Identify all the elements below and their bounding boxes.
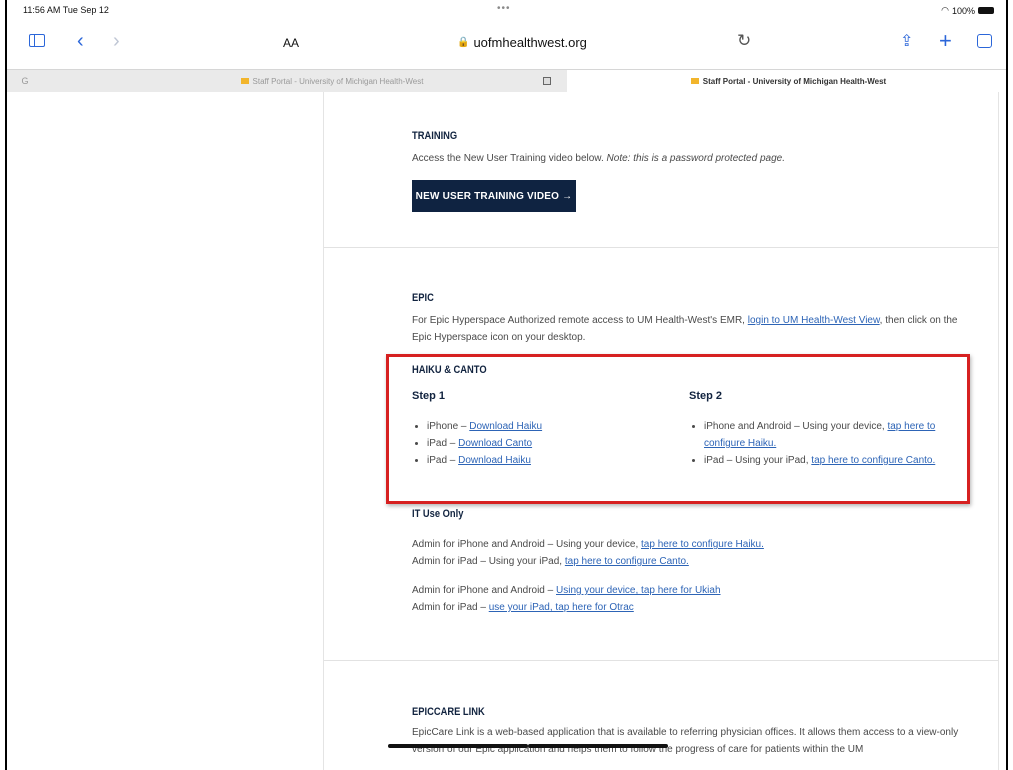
battery-icon <box>978 7 994 14</box>
epiccare-heading: EPICCARE LINK <box>412 706 485 718</box>
it-line-label: Admin for iPad – Using your iPad, <box>412 556 563 567</box>
it-line-label: Admin for iPad – <box>412 602 486 613</box>
tab-staff-portal-1[interactable]: Staff Portal - University of Michigan He… <box>167 70 497 92</box>
battery-percent: 100% <box>951 5 975 16</box>
back-icon[interactable]: ‹ <box>77 30 84 53</box>
admin-ukiah-link[interactable]: Using your device, tap here for Ukiah <box>556 585 721 596</box>
lock-icon: 🔒 <box>457 37 470 48</box>
highlight-box <box>386 354 970 504</box>
epic-text-1: For Epic Hyperspace Authorized remote ac… <box>412 315 745 326</box>
it-line-label: Admin for iPhone and Android – <box>412 585 554 596</box>
it-line: Admin for iPhone and Android – Using you… <box>412 582 972 599</box>
home-indicator-extension <box>528 744 668 748</box>
divider <box>324 247 998 248</box>
it-line-label: Admin for iPhone and Android – Using you… <box>412 539 639 550</box>
address-bar[interactable]: 🔒 uofmhealthwest.org <box>457 35 587 50</box>
new-tab-icon[interactable]: + <box>939 28 952 54</box>
it-line: Admin for iPhone and Android – Using you… <box>412 536 972 553</box>
it-line: Admin for iPad – use your iPad, tap here… <box>412 599 972 616</box>
tab-title: Staff Portal - University of Michigan He… <box>252 76 424 86</box>
epiccare-text: EpicCare Link is a web-based application… <box>412 727 959 755</box>
epic-heading: EPIC <box>412 292 434 304</box>
battery-indicator: ◠ 100% <box>941 5 994 16</box>
reader-options-button[interactable]: AA <box>283 36 299 50</box>
reload-icon[interactable]: ↻ <box>737 31 751 51</box>
it-admin-text-2: Admin for iPhone and Android – Using you… <box>412 582 972 616</box>
um-favicon-icon <box>240 78 249 84</box>
epic-text: For Epic Hyperspace Authorized remote ac… <box>412 312 972 346</box>
epic-login-link[interactable]: login to UM Health-West View <box>748 315 880 326</box>
tab-title: Staff Portal - University of Michigan He… <box>702 76 887 86</box>
tab-google[interactable]: G <box>15 70 35 92</box>
tab-bar: G Staff Portal - University of Michigan … <box>7 69 1006 93</box>
admin-otrac-link[interactable]: use your iPad, tap here for Otrac <box>489 602 634 613</box>
it-admin-text-1: Admin for iPhone and Android – Using you… <box>412 536 972 570</box>
it-use-heading: IT Use Only <box>412 508 464 520</box>
status-bar: 11:56 AM Tue Sep 12 ••• ◠ 100% <box>7 0 1006 20</box>
sidebar-icon[interactable] <box>29 34 45 47</box>
url-text: uofmhealthwest.org <box>473 35 587 50</box>
training-text: Access the New User Training video below… <box>412 150 972 167</box>
tab-blank[interactable] <box>527 70 567 92</box>
training-note: Note: this is a password protected page. <box>606 153 785 164</box>
safari-toolbar: ‹ › AA 🔒 uofmhealthwest.org ↻ ⇪ + <box>7 24 1006 64</box>
divider <box>324 660 998 661</box>
new-user-training-button[interactable]: NEW USER TRAINING VIDEO → <box>412 180 576 212</box>
um-favicon-icon <box>690 78 699 84</box>
wifi-icon: ◠ <box>941 5 949 15</box>
training-desc: Access the New User Training video below… <box>412 153 604 164</box>
admin-configure-haiku-link[interactable]: tap here to configure Haiku. <box>641 539 764 550</box>
multitasking-dots[interactable]: ••• <box>497 3 511 14</box>
tabs-overview-icon[interactable] <box>973 30 992 48</box>
tab-square-icon <box>543 77 551 85</box>
home-indicator[interactable] <box>388 744 528 748</box>
status-time: 11:56 AM Tue Sep 12 <box>23 5 109 15</box>
share-icon[interactable]: ⇪ <box>900 31 913 51</box>
it-line: Admin for iPad – Using your iPad, tap he… <box>412 553 972 570</box>
training-heading: TRAINING <box>412 130 458 142</box>
tab-staff-portal-active[interactable]: Staff Portal - University of Michigan He… <box>567 70 1006 92</box>
forward-icon[interactable]: › <box>113 30 120 53</box>
admin-configure-canto-link[interactable]: tap here to configure Canto. <box>565 556 689 567</box>
